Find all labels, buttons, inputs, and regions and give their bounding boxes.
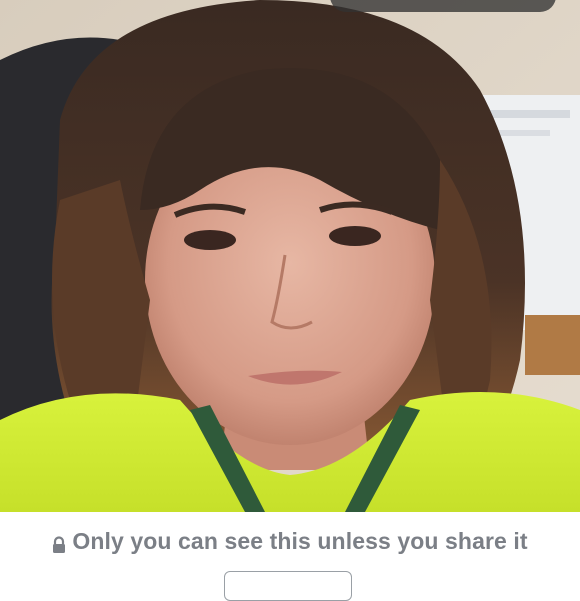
share-button[interactable] (224, 571, 352, 601)
privacy-message: Only you can see this unless you share i… (0, 526, 580, 556)
privacy-bar: Only you can see this unless you share i… (0, 512, 580, 580)
top-overlay-pill (330, 0, 556, 12)
privacy-text: Only you can see this unless you share i… (72, 527, 528, 554)
selfie-photo (0, 0, 580, 512)
lock-icon (52, 533, 66, 553)
